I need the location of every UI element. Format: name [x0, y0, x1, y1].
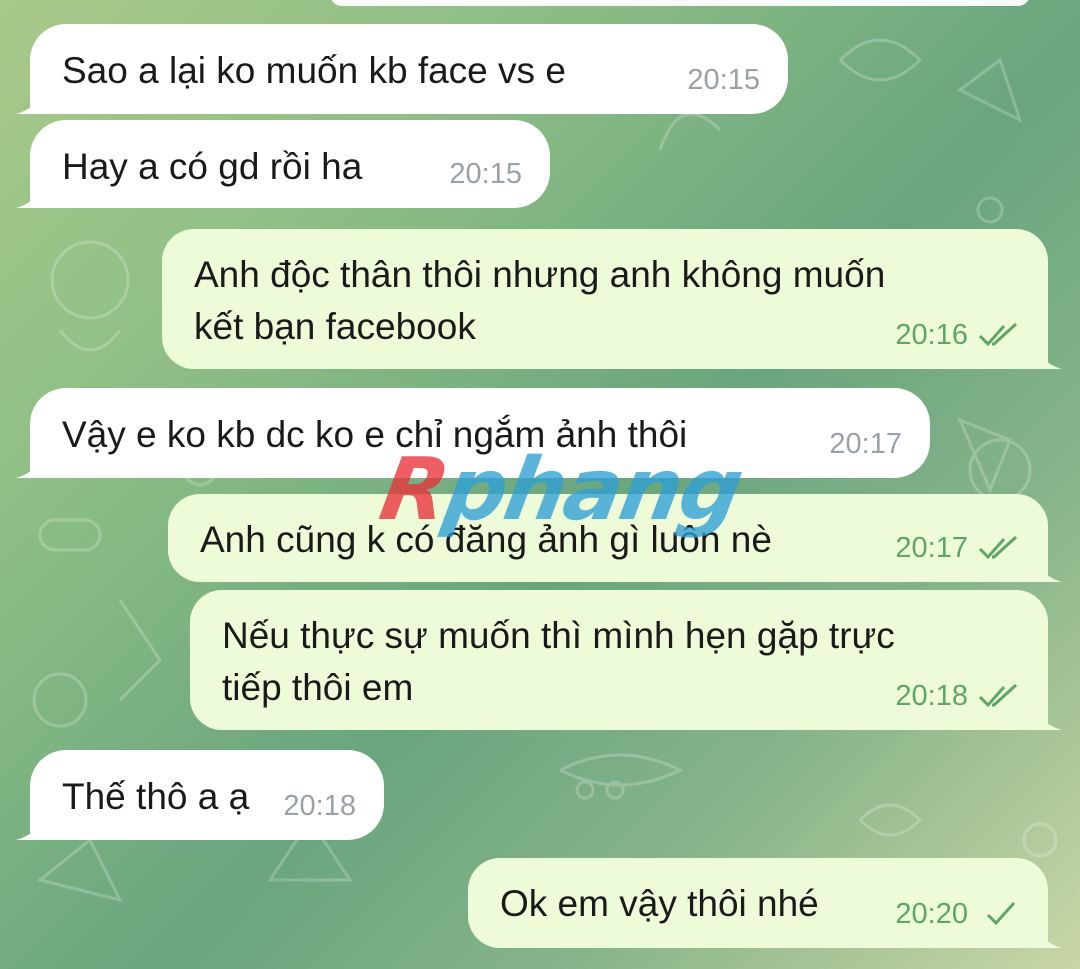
previous-message-edge: [330, 0, 1030, 6]
message-bubble[interactable]: Anh độc thân thôi nhưng anh không muốn k…: [162, 229, 1062, 369]
message-time: 20:15: [449, 158, 522, 190]
message-bubble[interactable]: Sao a lại ko muốn kb face vs e 20:15: [16, 24, 788, 114]
message-text: Sao a lại ko muốn kb face vs e: [62, 50, 566, 91]
message-time: 20:17: [895, 532, 968, 564]
message-text: Thế thô a ạ: [62, 776, 250, 817]
bubble-tail: [16, 450, 46, 478]
bubble-tail: [1032, 341, 1062, 369]
message-time: 20:18: [895, 680, 968, 712]
message-bubble[interactable]: Ok em vậy thôi nhé 20:20: [468, 858, 1062, 948]
message-meta: 20:15: [449, 158, 522, 190]
bubble-tail: [16, 86, 46, 114]
bubble-tail: [16, 812, 46, 840]
message-meta: 20:17: [829, 428, 902, 460]
watermark-rest: phang: [437, 440, 749, 540]
message-meta: 20:20: [895, 898, 1020, 930]
message-bubble[interactable]: Hay a có gd rồi ha 20:15: [16, 120, 550, 208]
bubble-tail: [1032, 920, 1062, 948]
message-time: 20:15: [687, 64, 760, 96]
watermark-logo: Rphang: [373, 440, 748, 540]
bubble-tail: [16, 180, 46, 208]
bubble-tail: [1032, 554, 1062, 582]
message-meta: 20:16: [895, 319, 1020, 351]
message-time: 20:17: [829, 428, 902, 460]
double-check-icon: [978, 535, 1018, 560]
bubble-tail: [1032, 702, 1062, 730]
single-check-icon: [986, 901, 1016, 926]
message-bubble[interactable]: Nếu thực sự muốn thì mình hẹn gặp trực t…: [190, 590, 1062, 730]
message-time: 20:16: [895, 319, 968, 351]
double-check-icon: [978, 322, 1018, 347]
message-meta: 20:17: [895, 532, 1020, 564]
message-time: 20:20: [895, 898, 968, 930]
message-time: 20:18: [283, 790, 356, 822]
message-text: Ok em vậy thôi nhé: [500, 883, 819, 924]
message-text: Anh độc thân thôi nhưng anh không muốn k…: [194, 254, 886, 347]
message-text: Hay a có gd rồi ha: [62, 146, 363, 187]
message-meta: 20:18: [283, 790, 356, 822]
message-meta: 20:18: [895, 680, 1020, 712]
double-check-icon: [978, 683, 1018, 708]
message-meta: 20:15: [687, 64, 760, 96]
message-text: Nếu thực sự muốn thì mình hẹn gặp trực t…: [222, 615, 895, 708]
message-bubble[interactable]: Thế thô a ạ 20:18: [16, 750, 384, 840]
